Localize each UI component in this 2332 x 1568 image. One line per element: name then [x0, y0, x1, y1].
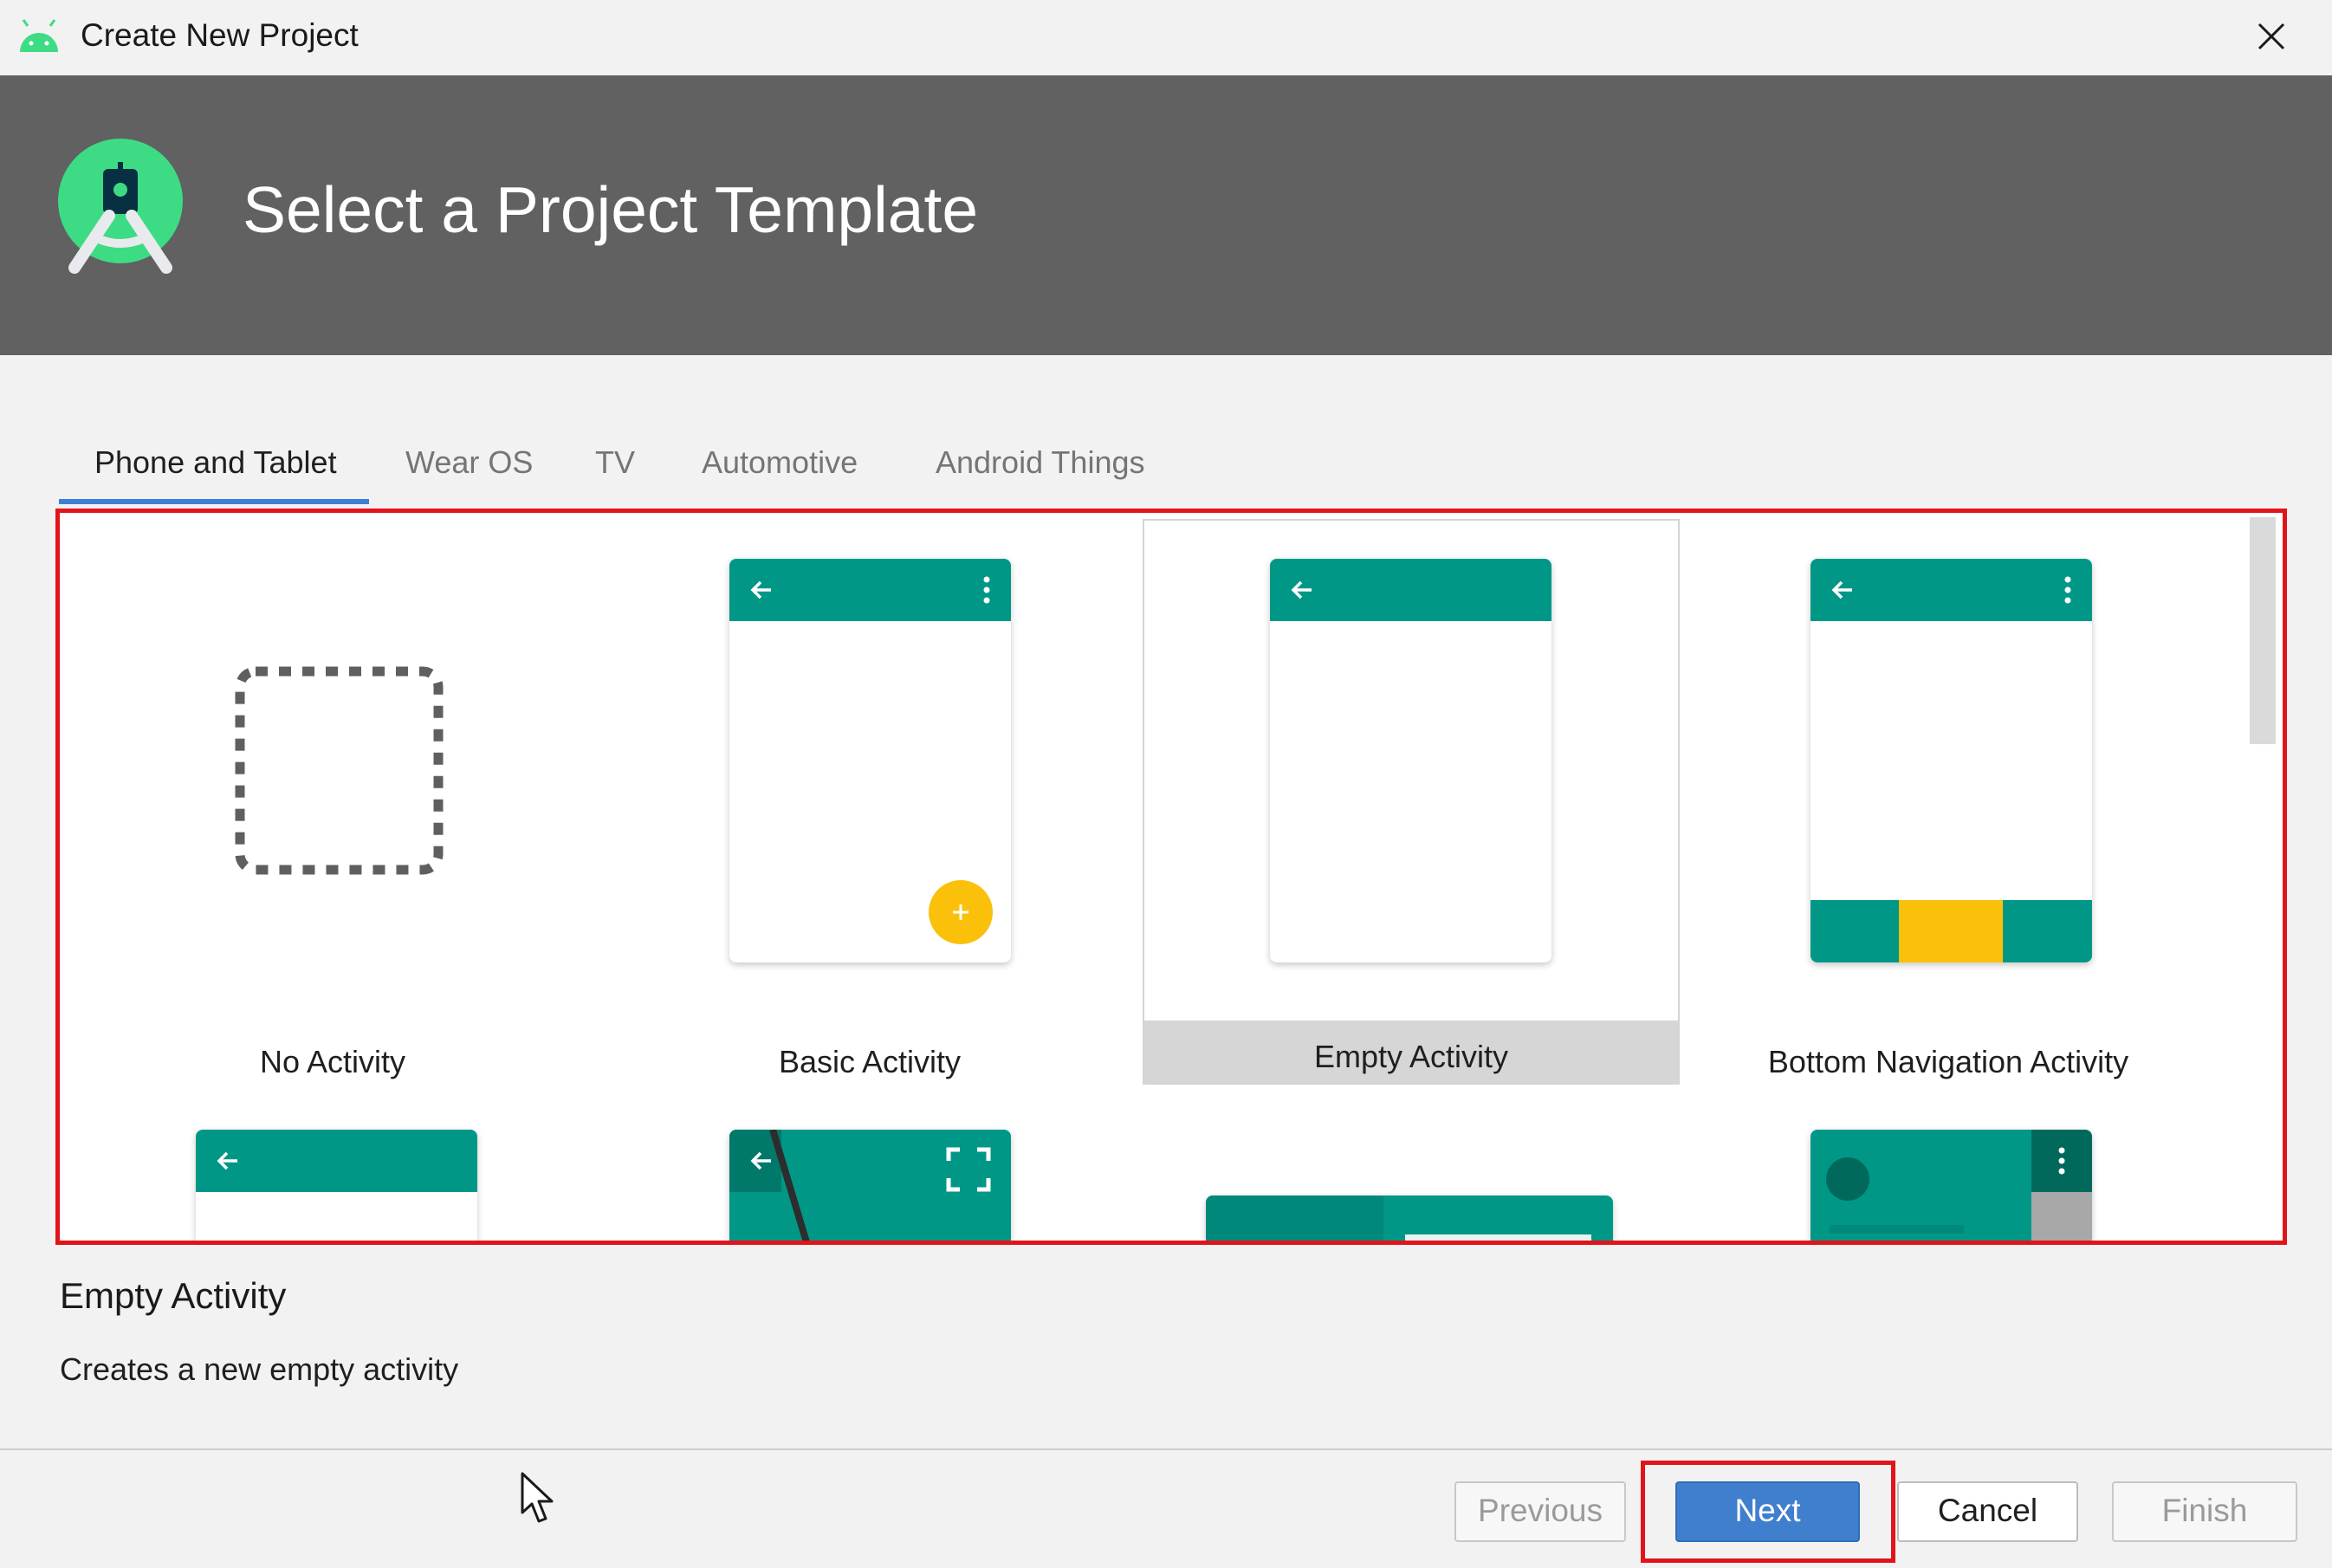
drawer-header-line — [1830, 1225, 1964, 1234]
avatar — [1826, 1157, 1869, 1201]
fullscreen-icon — [946, 1147, 991, 1192]
template-basic-activity[interactable]: Basic Activity — [601, 522, 1138, 1085]
window-title: Create New Project — [81, 17, 359, 53]
drawer-toolbar — [2031, 1130, 2092, 1192]
tablet-nav-pane — [1206, 1195, 1383, 1241]
template-empty-activity[interactable]: Empty Activity — [1143, 519, 1680, 1085]
tablet-content-pane — [1405, 1234, 1591, 1241]
template-label: Bottom Navigation Activity — [1767, 1044, 2129, 1079]
next-button-highlight — [1641, 1461, 1895, 1563]
app-bar — [1811, 559, 2092, 621]
header-banner: Select a Project Template — [0, 75, 2332, 355]
no-activity-placeholder-icon — [235, 666, 444, 875]
add-icon — [929, 880, 993, 944]
template-description-text: Creates a new empty activity — [60, 1351, 459, 1387]
close-icon[interactable] — [2254, 19, 2289, 54]
phone-preview — [1811, 559, 2092, 962]
tab-automotive[interactable]: Automotive — [702, 444, 858, 481]
bottom-nav-selected-item — [1899, 900, 2003, 962]
previous-button[interactable]: Previous — [1454, 1481, 1626, 1542]
template-row2-col2[interactable] — [601, 1130, 1138, 1241]
drawer-scrim — [2031, 1192, 2092, 1241]
back-arrow-icon — [217, 1151, 237, 1170]
navigation-drawer-preview — [1811, 1130, 2092, 1241]
active-tab-indicator — [59, 499, 369, 504]
android-icon — [20, 19, 58, 52]
template-row2-col3[interactable] — [1143, 1130, 1680, 1241]
app-bar — [196, 1130, 477, 1192]
template-row2-col1[interactable] — [64, 1130, 601, 1241]
phone-preview — [196, 1130, 477, 1241]
phone-preview — [1270, 559, 1551, 962]
template-label: Empty Activity — [1313, 1039, 1509, 1074]
tab-tv[interactable]: TV — [595, 444, 635, 481]
overflow-menu-icon — [2064, 576, 2071, 604]
back-arrow-icon — [750, 1151, 771, 1170]
footer-divider — [0, 1448, 2332, 1450]
template-label: Basic Activity — [778, 1044, 962, 1079]
mouse-cursor — [521, 1472, 554, 1523]
back-arrow-icon — [750, 580, 771, 599]
title-bar: Create New Project — [0, 0, 2332, 75]
app-bar — [729, 559, 1011, 621]
template-no-activity[interactable]: No Activity — [64, 522, 601, 1085]
tab-android-things[interactable]: Android Things — [936, 444, 1145, 481]
app-bar — [1270, 559, 1551, 621]
tab-phone-and-tablet[interactable]: Phone and Tablet — [94, 444, 337, 481]
template-description-title: Empty Activity — [60, 1275, 287, 1316]
android-studio-logo — [58, 139, 183, 274]
back-arrow-icon — [1291, 580, 1312, 599]
page-title: Select a Project Template — [243, 173, 979, 246]
back-arrow-icon — [1831, 580, 1852, 599]
tablet-preview — [1206, 1195, 1613, 1241]
fullscreen-preview — [729, 1130, 1011, 1241]
cancel-button[interactable]: Cancel — [1897, 1481, 2078, 1542]
tab-wear-os[interactable]: Wear OS — [405, 444, 533, 481]
phone-preview — [729, 559, 1011, 962]
finish-button[interactable]: Finish — [2112, 1481, 2297, 1542]
bottom-navigation-bar — [1811, 900, 2092, 962]
overflow-menu-icon — [2058, 1147, 2065, 1175]
template-bottom-navigation-activity[interactable]: Bottom Navigation Activity — [1680, 522, 2217, 1085]
template-label: No Activity — [259, 1044, 406, 1079]
overflow-menu-icon — [983, 576, 990, 604]
template-gallery: No Activity Basic Activity Empty Activit… — [55, 509, 2287, 1245]
template-row2-col4[interactable] — [1680, 1130, 2217, 1241]
gallery-scrollbar-thumb[interactable] — [2250, 517, 2276, 744]
